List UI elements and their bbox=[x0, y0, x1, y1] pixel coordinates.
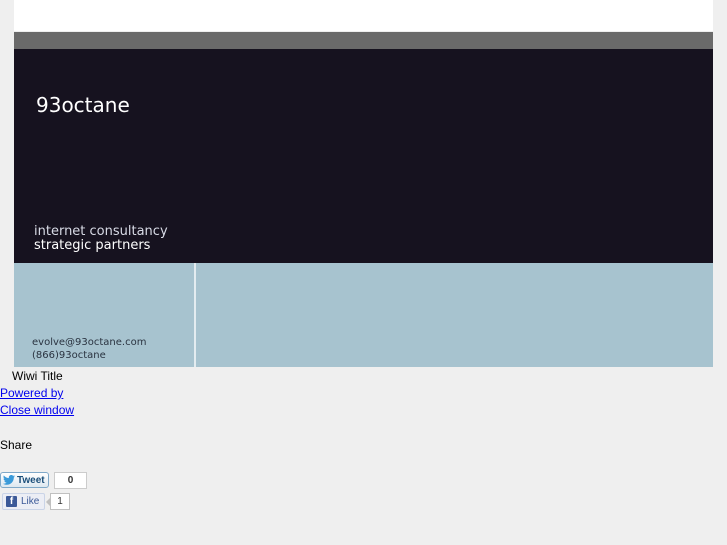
page: 93octane internet consultancy strategic … bbox=[0, 0, 727, 545]
contact-email: evolve@93octane.com bbox=[32, 337, 147, 348]
blue-panel-right bbox=[196, 263, 713, 367]
tweet-label: Tweet bbox=[17, 474, 45, 486]
contact-panel: evolve@93octane.com (866)93octane bbox=[14, 263, 194, 367]
top-blank-area bbox=[14, 0, 713, 31]
close-window-link[interactable]: Close window bbox=[0, 403, 74, 417]
tagline-partners: strategic partners bbox=[34, 238, 151, 253]
like-label: Like bbox=[21, 496, 40, 507]
tagline-consultancy: internet consultancy bbox=[34, 224, 168, 239]
banner-dark-panel: 93octane internet consultancy strategic … bbox=[14, 49, 713, 263]
facebook-like-button[interactable]: f Like bbox=[2, 493, 45, 510]
tweet-button[interactable]: Tweet bbox=[0, 472, 49, 488]
page-title: Wiwi Title bbox=[12, 369, 63, 383]
twitter-bird-icon bbox=[3, 475, 15, 485]
like-count-badge: 1 bbox=[46, 493, 70, 510]
header-gray-bar bbox=[14, 32, 713, 49]
contact-phone: (866)93octane bbox=[32, 350, 106, 361]
brand-logo-text: 93octane bbox=[36, 93, 130, 117]
tweet-count-badge: 0 bbox=[54, 472, 87, 489]
facebook-f-icon: f bbox=[6, 496, 17, 507]
share-label: Share bbox=[0, 438, 33, 452]
powered-by-link[interactable]: Powered by bbox=[0, 386, 63, 400]
